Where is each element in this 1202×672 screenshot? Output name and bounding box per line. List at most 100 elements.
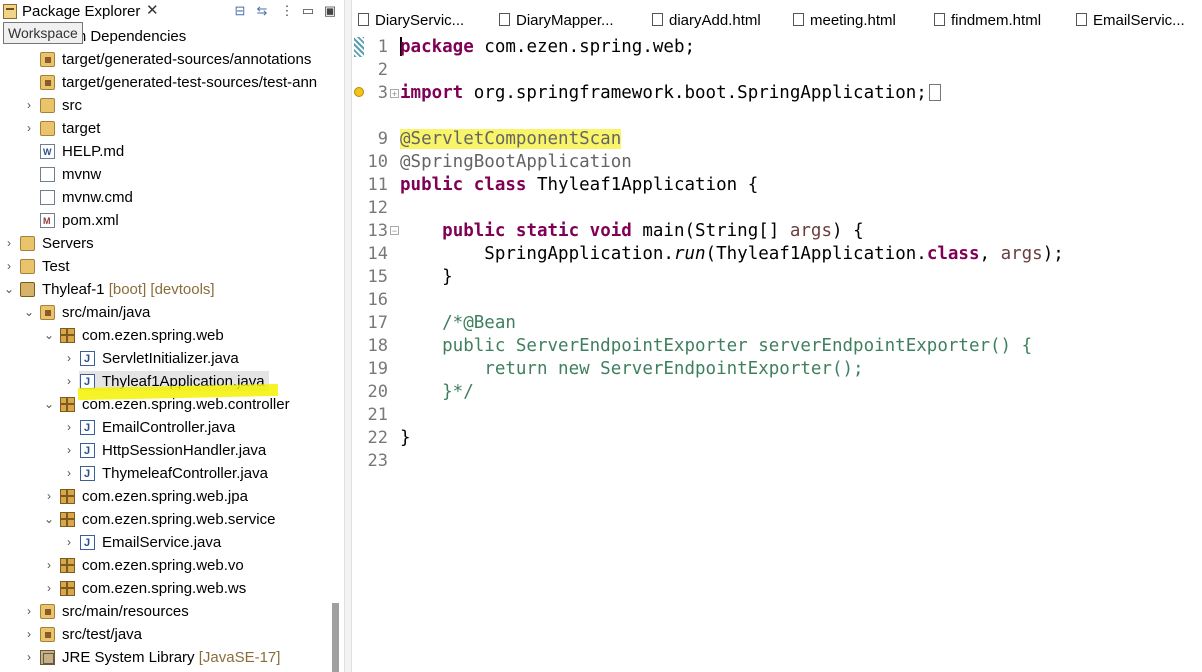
tree-item-label: target/generated-sources/annotations [62,51,312,68]
tree-item-src-main-resources[interactable]: › src/main/resources [0,600,330,623]
tree-item-emailservice[interactable]: › EmailService.java [0,531,330,555]
tree-item-label: src [62,97,82,114]
collapse-toggle-icon[interactable]: ⌄ [23,301,35,324]
tree-item-text: JRE System Library [JavaSE-17] [62,646,280,669]
vertical-scrollbar[interactable] [332,603,339,672]
tab-diarymapper[interactable]: DiaryMapper... [499,10,614,32]
code-line-comment-2: public ServerEndpointExporter serverEndp… [400,335,1032,358]
expand-toggle-icon[interactable]: › [63,370,75,393]
warning-marker[interactable] [354,87,364,99]
folded-imports-icon[interactable] [928,84,941,101]
tree-item-pom-xml[interactable]: pom.xml [0,209,330,233]
expand-toggle-icon[interactable]: › [63,439,75,462]
collapse-toggle-icon[interactable]: ⌄ [43,508,55,531]
maximize-icon[interactable]: ▣ [322,2,338,20]
minimize-icon[interactable]: ▭ [300,2,316,20]
code-text: ); [1042,244,1064,264]
code-line-import: import org.springframework.boot.SpringAp… [400,82,941,105]
java-file-icon [358,13,369,26]
code-line-package: package com.ezen.spring.web; [400,36,695,59]
tree-item-httpsessionhandler[interactable]: › HttpSessionHandler.java [0,439,330,463]
expand-toggle-icon[interactable]: › [43,577,55,600]
view-splitter[interactable] [344,0,352,672]
project-icon [20,282,35,297]
tree-item-label: mvnw.cmd [62,189,133,206]
java-file-icon [80,348,95,371]
expand-toggle-icon[interactable]: › [63,462,75,485]
keyword: public static void [442,221,632,241]
expand-toggle-icon[interactable]: › [23,646,35,669]
tree-item-package-ws[interactable]: › com.ezen.spring.web.ws [0,577,330,600]
line-number: 10 [367,152,388,172]
source-folder-icon [40,604,55,619]
tab-findmem[interactable]: findmem.html [934,10,1041,32]
keyword: public class [400,175,527,195]
tree-item-generated-sources[interactable]: target/generated-sources/annotations [0,48,330,71]
expand-toggle-icon[interactable]: › [43,485,55,508]
tree-item-label: src/main/java [62,304,151,321]
comment: return new ServerEndpointExporter(); [400,359,864,379]
tree-item-package-service[interactable]: ⌄ com.ezen.spring.web.service [0,508,330,531]
tab-meeting[interactable]: meeting.html [793,10,896,32]
tab-emailservice[interactable]: EmailServic... [1076,10,1185,32]
expand-toggle-icon[interactable]: › [43,554,55,577]
view-menu-icon[interactable]: ⋮ [279,2,295,20]
expand-toggle-icon[interactable]: › [23,623,35,646]
tree-item-label: ServletInitializer.java [102,350,239,367]
code-text: (Thyleaf1Application. [705,244,927,264]
expand-toggle-icon[interactable]: › [23,94,35,117]
expand-fold-icon[interactable]: + [390,89,399,99]
tree-item-package-jpa[interactable]: › com.ezen.spring.web.jpa [0,485,330,508]
tab-label: DiaryServic... [375,12,465,29]
tree-item-generated-test-sources[interactable]: target/generated-test-sources/test-ann [0,71,330,94]
link-with-editor-icon[interactable]: ⇆ [254,2,270,20]
collapse-fold-icon[interactable]: − [390,226,399,236]
tree-item-thyleaf-project[interactable]: ⌄ Thyleaf-1 [boot] [devtools] [0,278,330,301]
line-number: 23 [367,451,388,471]
expand-toggle-icon[interactable]: › [3,232,15,255]
code-text-area[interactable]: package com.ezen.spring.web; import org.… [400,35,1202,672]
tree-item-package-vo[interactable]: › com.ezen.spring.web.vo [0,554,330,577]
project-tree[interactable]: ven Dependencies target/generated-source… [0,24,330,672]
tree-item-target[interactable]: › target [0,117,330,140]
folder-icon [20,236,35,251]
tab-diaryadd[interactable]: diaryAdd.html [652,10,761,32]
code-line-class-decl: public class Thyleaf1Application { [400,174,758,197]
collapse-toggle-icon[interactable]: ⌄ [43,393,55,416]
collapse-all-icon[interactable]: ⊟ [232,2,248,20]
collapse-toggle-icon[interactable]: ⌄ [43,324,55,347]
tree-item-servletinitializer[interactable]: › ServletInitializer.java [0,347,330,371]
code-text: , [979,244,1001,264]
expand-toggle-icon[interactable]: › [63,416,75,439]
expand-toggle-icon[interactable]: › [63,531,75,554]
java-editor: DiaryServic... DiaryMapper... diaryAdd.h… [352,0,1202,672]
expand-toggle-icon[interactable]: › [3,255,15,278]
tree-item-label: com.ezen.spring.web.ws [82,580,247,597]
expand-toggle-icon[interactable]: › [63,347,75,370]
line-number: 14 [367,244,388,264]
tree-item-servers[interactable]: › Servers [0,232,330,255]
folder-icon [20,259,35,274]
tree-item-label: target [62,120,101,137]
expand-toggle-icon[interactable]: › [23,600,35,623]
expand-toggle-icon[interactable]: › [23,117,35,140]
tree-item-mvnw-cmd[interactable]: mvnw.cmd [0,186,330,209]
tree-item-jre-system-library[interactable]: › JRE System Library [JavaSE-17] [0,646,330,669]
tree-item-src-test-java[interactable]: › src/test/java [0,623,330,646]
close-icon[interactable]: ✕ [146,2,159,20]
tree-item-package-web[interactable]: ⌄ com.ezen.spring.web [0,324,330,347]
file-icon [40,167,55,182]
collapse-toggle-icon[interactable]: ⌄ [3,278,15,301]
tab-diaryservice[interactable]: DiaryServic... [358,10,464,32]
tree-item-src-main-java[interactable]: ⌄ src/main/java [0,301,330,324]
tree-item-src[interactable]: › src [0,94,330,117]
tab-label: diaryAdd.html [669,12,761,29]
tree-item-emailcontroller[interactable]: › EmailController.java [0,416,330,440]
maven-pom-icon [40,210,55,233]
tree-item-mvnw[interactable]: mvnw [0,163,330,186]
tree-item-test[interactable]: › Test [0,255,330,278]
tree-item-thymeleafcontroller[interactable]: › ThymeleafController.java [0,462,330,486]
tree-item-help-md[interactable]: HELP.md [0,140,330,164]
package-explorer-tab[interactable]: Package Explorer ✕ [0,0,166,24]
code-text: ) { [832,221,864,241]
